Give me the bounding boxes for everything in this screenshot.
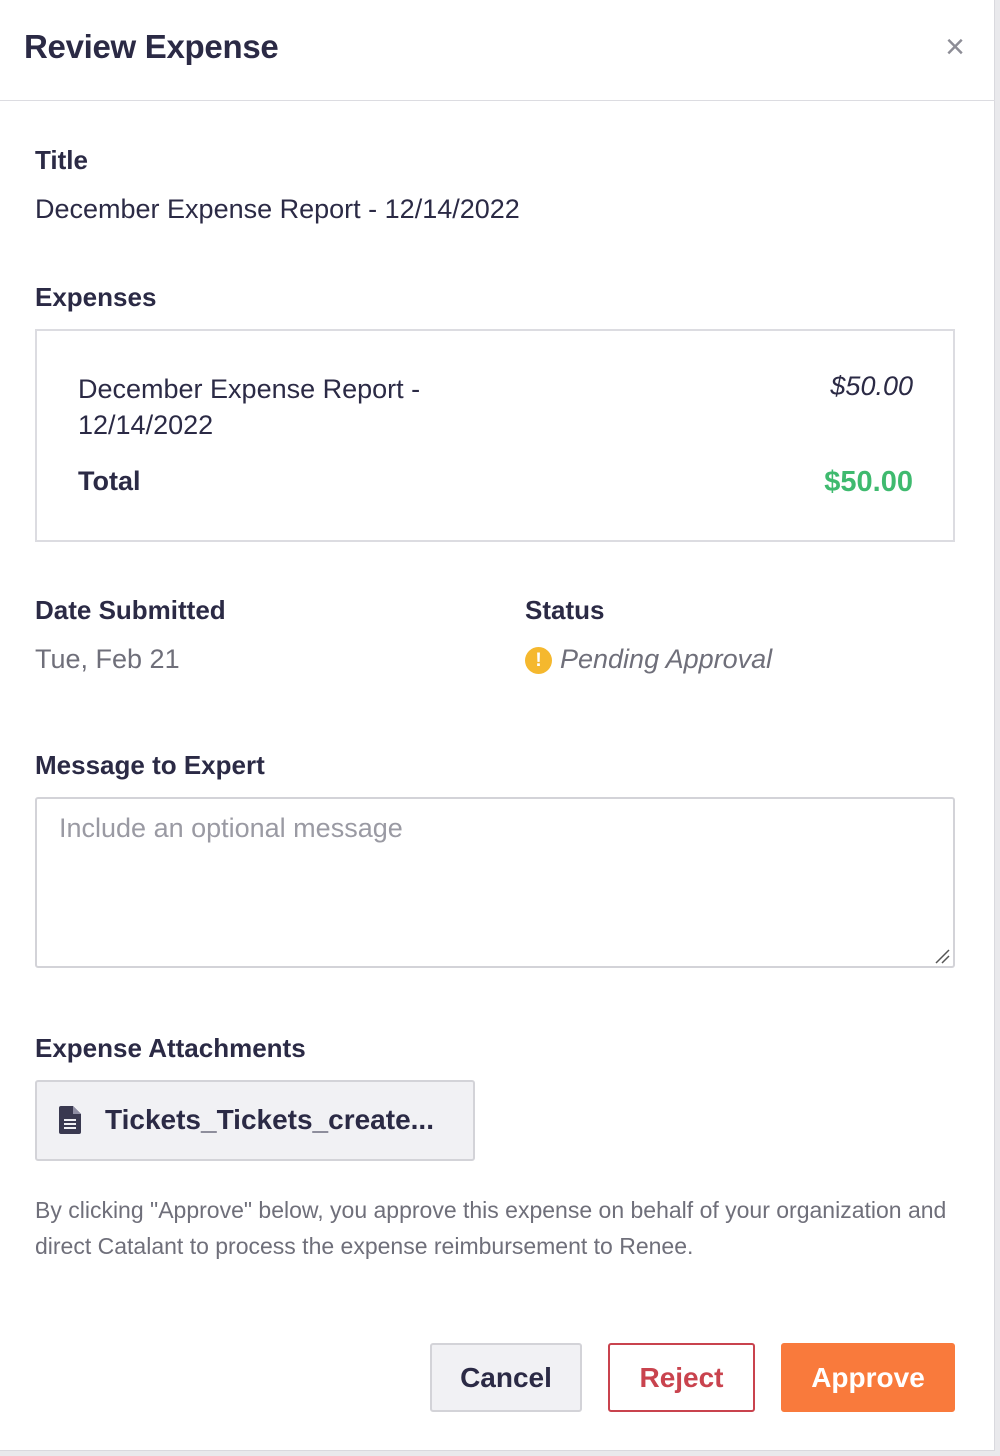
- attachment-item[interactable]: Tickets_Tickets_create...: [35, 1080, 475, 1161]
- total-label: Total: [78, 466, 141, 496]
- expenses-box: December Expense Report - 12/14/2022 $50…: [35, 329, 955, 542]
- date-submitted-label: Date Submitted: [35, 595, 226, 625]
- message-label: Message to Expert: [35, 750, 265, 780]
- expense-line-amount: $50.00: [830, 371, 913, 401]
- message-textarea[interactable]: [35, 797, 955, 968]
- title-label: Title: [35, 145, 88, 175]
- approval-disclaimer: By clicking "Approve" below, you approve…: [35, 1197, 947, 1259]
- cancel-button[interactable]: Cancel: [430, 1343, 582, 1412]
- expenses-label: Expenses: [35, 282, 157, 312]
- warning-icon: !: [525, 647, 552, 674]
- status-value: Pending Approval: [560, 644, 773, 674]
- expense-line-description: December Expense Report - 12/14/2022: [78, 374, 421, 440]
- date-submitted-value: Tue, Feb 21: [35, 644, 180, 674]
- modal-title: Review Expense: [24, 28, 279, 65]
- close-icon[interactable]: ×: [938, 30, 972, 66]
- resize-handle-icon[interactable]: [934, 948, 950, 964]
- reject-button[interactable]: Reject: [608, 1343, 755, 1412]
- approve-button[interactable]: Approve: [781, 1343, 955, 1412]
- file-icon: [59, 1106, 81, 1134]
- total-amount: $50.00: [824, 466, 913, 498]
- attachments-label: Expense Attachments: [35, 1033, 306, 1063]
- review-expense-modal: Review Expense × Title December Expense …: [0, 0, 995, 1451]
- attachment-filename: Tickets_Tickets_create...: [105, 1104, 434, 1135]
- status-label: Status: [525, 595, 605, 625]
- title-value: December Expense Report - 12/14/2022: [35, 194, 520, 224]
- modal-header: Review Expense ×: [0, 0, 995, 101]
